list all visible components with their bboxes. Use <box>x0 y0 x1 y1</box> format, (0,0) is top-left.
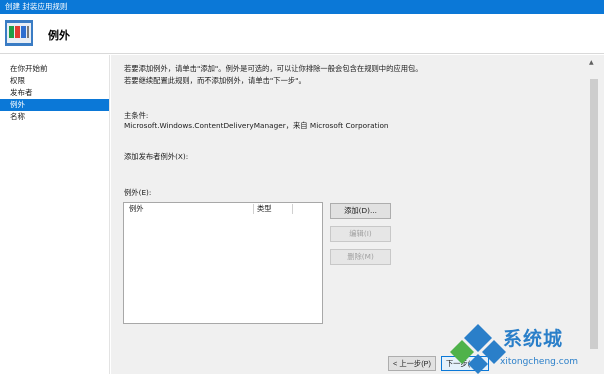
applocker-icon <box>5 20 33 46</box>
sidebar-item-before-you-begin[interactable]: 在你开始前 <box>0 63 109 75</box>
column-header-exception[interactable]: 例外 <box>129 203 144 215</box>
window-title: 创建 封装应用规则 <box>5 2 68 11</box>
window-titlebar: 创建 封装应用规则 <box>0 0 604 14</box>
edit-exception-button[interactable]: 编辑(I) <box>330 226 391 242</box>
wizard-header: 例外 <box>0 14 604 54</box>
primary-condition-label: 主条件: <box>124 111 149 120</box>
publisher-exceptions-label: 添加发布者例外(X): <box>124 152 189 161</box>
column-header-type[interactable]: 类型 <box>257 203 272 215</box>
wizard-content-panel: 若要添加例外，请单击"添加"。例外是可选的，可以让你排除一般会包含在规则中的应用… <box>111 55 585 349</box>
column-divider[interactable] <box>253 204 254 214</box>
add-exception-button[interactable]: 添加(D)... <box>330 203 391 219</box>
exceptions-list[interactable]: 例外 类型 <box>123 202 323 324</box>
previous-button[interactable]: < 上一步(P) <box>388 356 436 371</box>
sidebar-item-name[interactable]: 名称 <box>0 111 109 123</box>
instructions-text: 若要添加例外，请单击"添加"。例外是可选的，可以让你排除一般会包含在规则中的应用… <box>124 64 423 85</box>
exceptions-list-header: 例外 类型 <box>124 203 322 215</box>
watermark-url: xitongcheng.com <box>500 357 578 367</box>
page-title: 例外 <box>48 29 70 42</box>
exceptions-label: 例外(E): <box>124 188 152 197</box>
scroll-thumb[interactable] <box>590 79 598 351</box>
primary-condition-value: Microsoft.Windows.ContentDeliveryManager… <box>124 121 389 130</box>
scroll-up-arrow-icon[interactable]: ▲ <box>589 59 594 66</box>
wizard-steps-sidebar: 在你开始前 权限 发布者 例外 名称 <box>0 55 110 374</box>
column-divider[interactable] <box>292 204 293 214</box>
sidebar-item-publisher[interactable]: 发布者 <box>0 87 109 99</box>
vertical-scrollbar[interactable]: ▲ <box>585 55 604 351</box>
sidebar-item-exceptions[interactable]: 例外 <box>0 99 109 111</box>
sidebar-item-permissions[interactable]: 权限 <box>0 75 109 87</box>
delete-exception-button[interactable]: 删除(M) <box>330 249 391 265</box>
watermark-text: 系统城 <box>503 328 564 350</box>
